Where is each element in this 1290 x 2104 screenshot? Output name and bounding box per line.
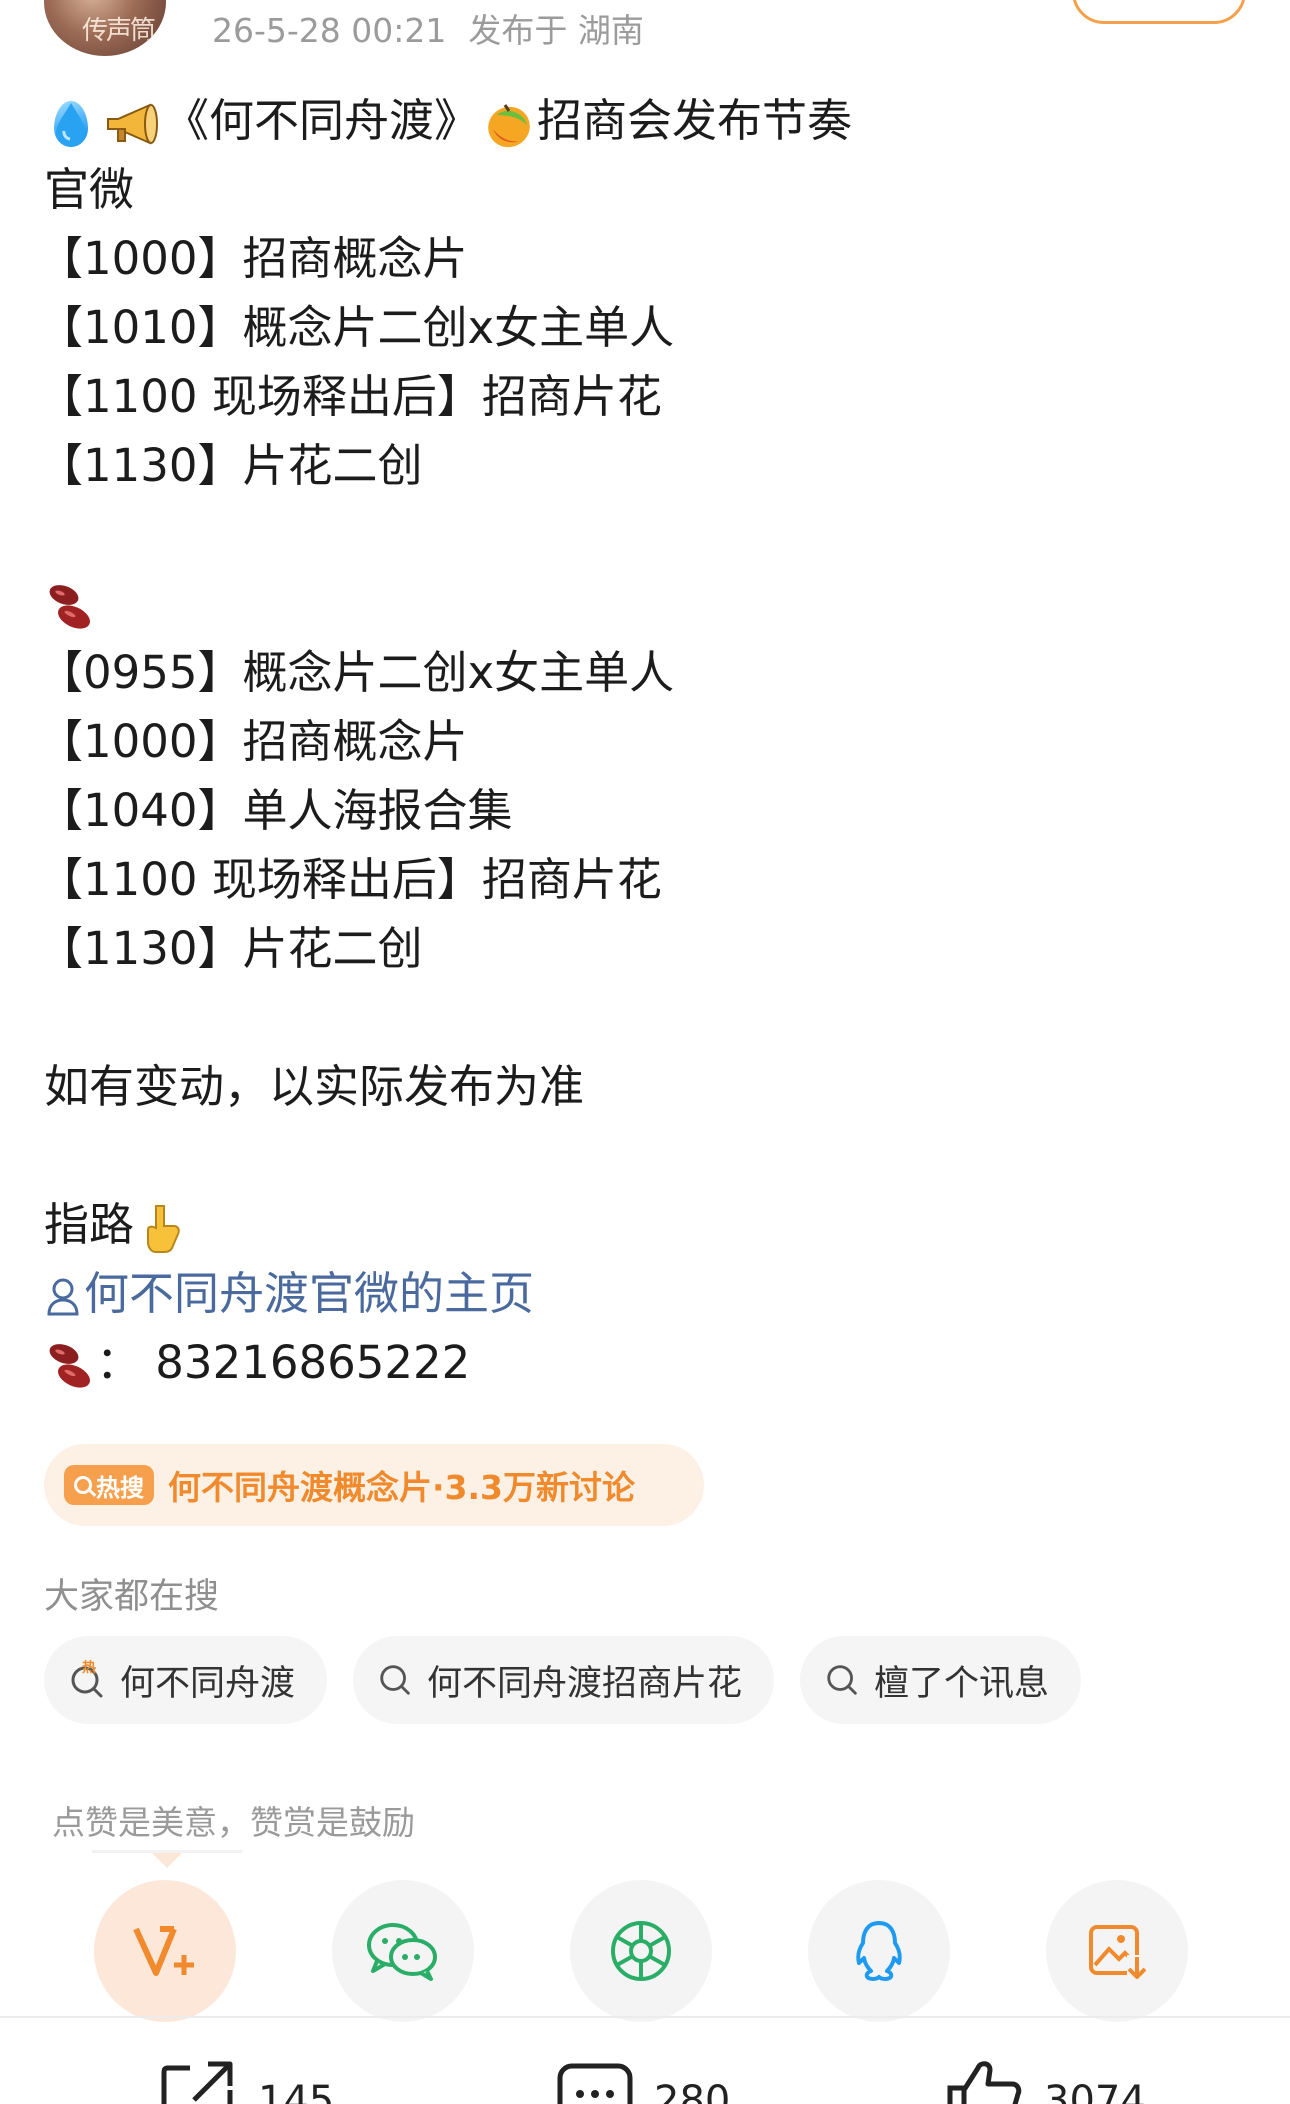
reward-vip-button[interactable] xyxy=(94,1880,236,2022)
save-image-button[interactable] xyxy=(1046,1880,1188,2022)
save-image-icon xyxy=(1089,1925,1147,1981)
repost-count: 145 xyxy=(258,2078,335,2104)
wechat-icon xyxy=(367,1923,437,1981)
search-suggestion[interactable]: 檀了个讯息 xyxy=(800,1636,1082,1724)
hot-tag-label: 热搜 xyxy=(96,1473,144,1502)
post-title: 《何不同舟渡》 xyxy=(164,94,480,147)
mention-text: 何不同舟渡官微的主页 xyxy=(84,1267,535,1320)
mention-link[interactable]: 何不同舟渡官微的主页 xyxy=(44,1259,1244,1328)
megaphone-icon xyxy=(107,103,158,145)
moments-icon xyxy=(611,1921,671,1981)
share-qq-button[interactable] xyxy=(808,1880,950,2022)
share-row xyxy=(94,1880,1204,2022)
comment-count: 280 xyxy=(654,2078,731,2104)
guide-label: 指路 xyxy=(44,1198,135,1251)
qq-icon xyxy=(856,1921,902,1981)
thumbs-up-icon xyxy=(947,2061,1022,2104)
schedule-item: 【1100 现场释出后】招商片花 xyxy=(38,853,662,906)
comment-button[interactable]: 280 xyxy=(556,2060,730,2104)
hot-search-icon: 热 xyxy=(71,1660,103,1698)
search-suggestion[interactable]: 热 何不同舟渡 xyxy=(44,1636,328,1724)
beans-line xyxy=(44,569,1244,638)
action-bar: 145 280 3074 xyxy=(0,2018,1290,2104)
post-title-line: 《何不同舟渡》 招商会发布节奏 xyxy=(44,86,1244,155)
bean-id: ： 83216865222 xyxy=(96,1336,471,1389)
comment-icon xyxy=(557,2063,633,2104)
user-icon xyxy=(47,1278,79,1316)
schedule-item: 【1130】片花二创 xyxy=(38,922,423,975)
repost-icon xyxy=(161,2061,233,2104)
beans-icon xyxy=(49,585,90,629)
reward-hint: 点赞是美意，赞赏是鼓励 xyxy=(52,1803,415,1842)
share-wechat-button[interactable] xyxy=(332,1880,474,2022)
post-meta: 26-5-28 00:21 发布于 湖南 xyxy=(212,4,644,52)
post-title-suffix: 招商会发布节奏 xyxy=(537,94,853,147)
search-icon xyxy=(827,1665,857,1695)
like-count: 3074 xyxy=(1044,2078,1146,2104)
guide-line: 指路 xyxy=(44,1190,1244,1259)
search-icon xyxy=(74,1476,92,1494)
share-moments-button[interactable] xyxy=(570,1880,712,2022)
notice-line: 如有变动，以实际发布为准 xyxy=(44,1060,585,1113)
schedule-item: 【1040】单人海报合集 xyxy=(38,784,513,837)
avatar[interactable]: 传声筒 xyxy=(44,0,166,56)
mango-icon xyxy=(488,104,530,148)
schedule-item: 【1000】招商概念片 xyxy=(38,715,468,768)
repost-button[interactable]: 145 xyxy=(160,2060,334,2104)
search-suggestion-text: 檀了个讯息 xyxy=(874,1663,1050,1704)
hot-search-chip[interactable]: 热搜 何不同舟渡概念片·3.3万新讨论 xyxy=(44,1444,704,1526)
schedule-item: 【1100 现场释出后】招商片花 xyxy=(38,370,662,423)
schedule-item: 【1010】概念片二创x女主单人 xyxy=(38,301,675,354)
bean-id-line: ： 83216865222 xyxy=(44,1328,1244,1397)
post-time: 26-5-28 00:21 xyxy=(212,11,447,50)
droplet-icon xyxy=(54,101,88,147)
search-section-title: 大家都在搜 xyxy=(44,1577,220,1617)
tab-indicator-arrow xyxy=(152,1853,182,1868)
search-suggestion-text: 何不同舟渡 xyxy=(120,1663,296,1704)
hot-search-text: 何不同舟渡概念片·3.3万新讨论 xyxy=(168,1468,635,1507)
post-location: 发布于 湖南 xyxy=(468,11,644,50)
search-icon xyxy=(380,1665,410,1695)
schedule-item: 【0955】概念片二创x女主单人 xyxy=(38,646,675,699)
svg-text:热: 热 xyxy=(82,1660,96,1676)
like-button[interactable]: 3074 xyxy=(946,2060,1146,2104)
follow-button[interactable] xyxy=(1072,0,1246,24)
pointing-down-icon xyxy=(147,1205,180,1253)
search-suggestion[interactable]: 何不同舟渡招商片花 xyxy=(353,1636,775,1724)
hot-search-tag: 热搜 xyxy=(64,1465,154,1505)
beans-icon xyxy=(49,1344,90,1388)
schedule-item: 【1000】招商概念片 xyxy=(38,232,468,285)
search-suggestions: 热 何不同舟渡 何不同舟渡招商片花 檀了个讯息 xyxy=(44,1636,1107,1724)
search-suggestion-text: 何不同舟渡招商片花 xyxy=(427,1663,743,1704)
post-detail-page: 传声筒 26-5-28 00:21 发布于 湖南 《何不同舟渡》 招商会发布节奏 … xyxy=(0,0,1290,2104)
section-label: 官微 xyxy=(44,163,135,216)
v-plus-icon xyxy=(133,1926,194,1976)
post-content: 《何不同舟渡》 招商会发布节奏 官微 【1000】招商概念片 【1010】概念片… xyxy=(38,86,1244,1397)
schedule-item: 【1130】片花二创 xyxy=(38,439,423,492)
avatar-text: 传声筒 xyxy=(82,16,156,46)
